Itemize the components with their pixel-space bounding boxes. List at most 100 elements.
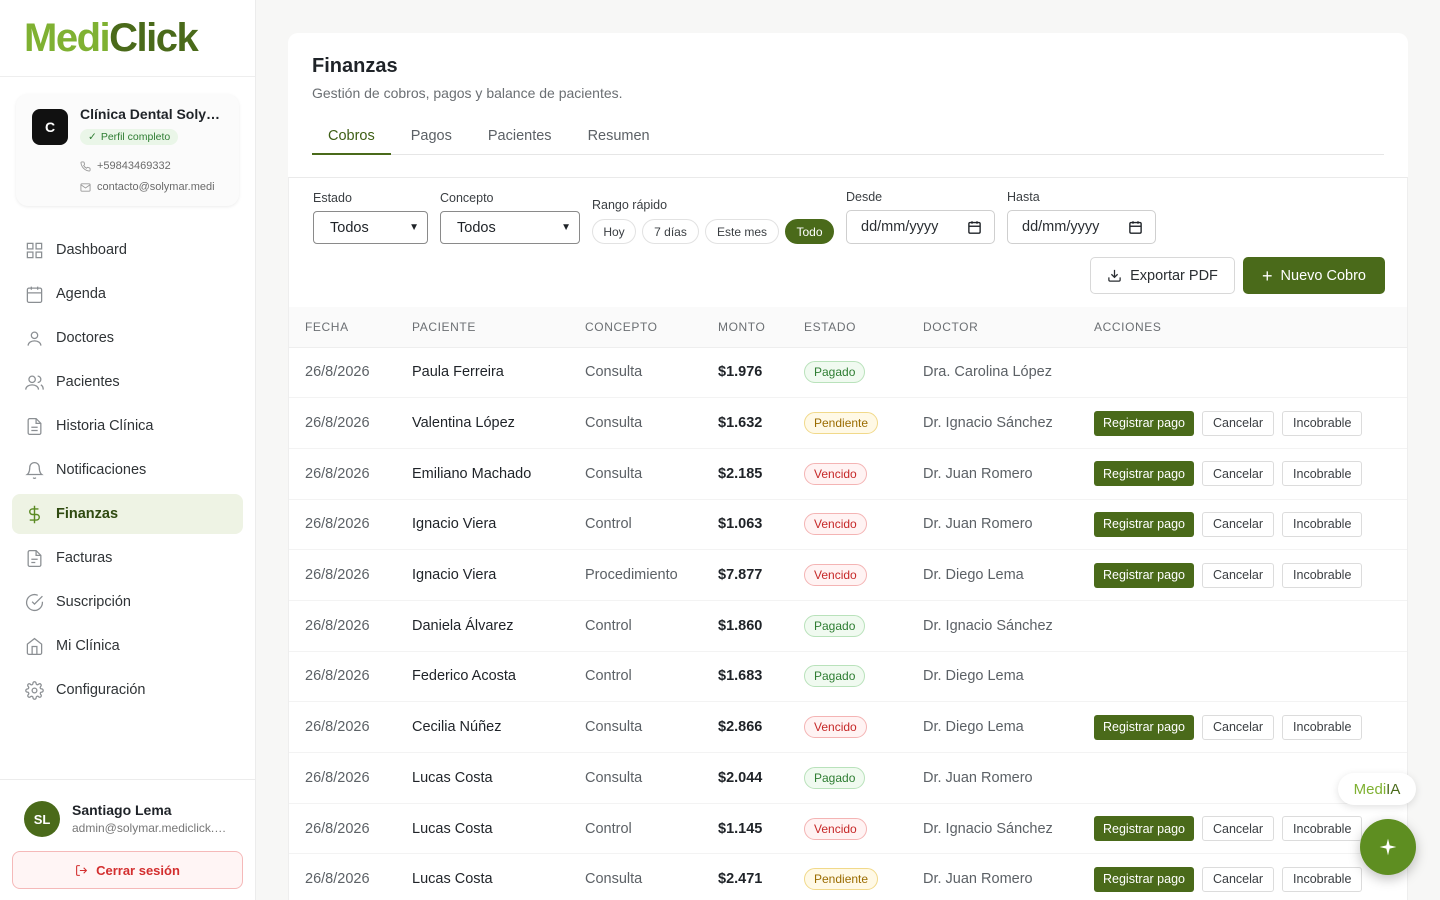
cell-doctor: Dr. Juan Romero	[923, 465, 1033, 482]
sidebar-item-label: Suscripción	[56, 594, 131, 610]
cell-status: Vencido	[804, 499, 923, 550]
register-payment-button[interactable]: Registrar pago	[1094, 714, 1194, 740]
table-row[interactable]: 26/8/2026 Ignacio Viera Procedimiento $7.87…	[289, 550, 1407, 601]
cancel-button[interactable]: Cancelar	[1202, 410, 1275, 436]
sidebar-item-doctores[interactable]: Doctores	[12, 318, 243, 358]
table-row[interactable]: 26/8/2026 Ignacio Viera Control $1.063 Venci…	[289, 499, 1407, 550]
sidebar-item-pacientes[interactable]: Pacientes	[12, 362, 243, 402]
sidebar-item-label: Dashboard	[56, 242, 127, 258]
clinic-card[interactable]: C Clínica Dental Solymar ✓ Perfil comple…	[16, 94, 239, 206]
desde-placeholder: dd/mm/yyyy	[861, 219, 939, 235]
bad-debt-button[interactable]: Incobrable	[1282, 714, 1363, 740]
cancel-button[interactable]: Cancelar	[1202, 511, 1275, 537]
cell-patient: Ignacio Viera	[412, 567, 497, 584]
sidebar-item-notificaciones[interactable]: Notificaciones	[12, 450, 243, 490]
register-payment-button[interactable]: Registrar pago	[1094, 562, 1194, 588]
cell-patient: Ignacio Viera	[412, 516, 497, 533]
status-badge: Pagado	[804, 614, 866, 637]
cell-date: 26/8/2026	[305, 465, 370, 482]
sidebar-item-label: Configuración	[56, 682, 146, 698]
receipt-icon	[24, 548, 44, 568]
table-row[interactable]: 26/8/2026 Daniela Álvarez Control $1.860 Pag…	[289, 600, 1407, 652]
hasta-date-input[interactable]: dd/mm/yyyy	[1007, 210, 1156, 244]
status-badge: Pagado	[804, 665, 866, 688]
register-payment-button[interactable]: Registrar pago	[1094, 511, 1194, 537]
sidebar-item-mi-clinica[interactable]: Mi Clínica	[12, 626, 243, 666]
sidebar-item-finanzas[interactable]: Finanzas	[12, 494, 243, 534]
table-row[interactable]: 26/8/2026 Federico Acosta Control $1.683 Pag…	[289, 651, 1407, 702]
cell-amount: $1.145	[718, 820, 763, 837]
sidebar-item-configuracion[interactable]: Configuración	[12, 670, 243, 710]
cell-amount: $2.471	[718, 871, 763, 888]
cell-doctor: Dr. Diego Lema	[923, 668, 1024, 685]
sidebar-item-suscripcion[interactable]: Suscripción	[12, 582, 243, 622]
status-badge: Pagado	[804, 361, 866, 384]
logout-button[interactable]: Cerrar sesión	[12, 851, 243, 889]
table-row[interactable]: 26/8/2026 Valentina López Consulta $1.632 Pe…	[289, 398, 1407, 449]
cell-actions: Registrar pago Cancelar Incobrable	[1094, 550, 1407, 601]
cell-patient: Lucas Costa	[412, 871, 493, 888]
assistant-label[interactable]: Medi IA	[1338, 773, 1416, 805]
cell-patient: Daniela Álvarez	[412, 617, 514, 634]
sidebar-item-dashboard[interactable]: Dashboard	[12, 230, 243, 270]
table-row[interactable]: 26/8/2026 Paula Ferreira Consulta $1.976 Pag…	[289, 347, 1407, 398]
cell-concept: Consulta	[585, 719, 643, 736]
estado-value: Todos	[330, 219, 369, 236]
export-pdf-button[interactable]: Exportar PDF	[1090, 257, 1235, 294]
avatar[interactable]: SL	[24, 801, 60, 837]
bad-debt-button[interactable]: Incobrable	[1282, 410, 1363, 436]
range-hoy-chip[interactable]: Hoy	[592, 219, 636, 244]
users-icon	[24, 372, 44, 392]
desde-date-input[interactable]: dd/mm/yyyy	[846, 210, 995, 244]
sidebar-item-label: Historia Clínica	[56, 418, 154, 434]
sidebar-item-agenda[interactable]: Agenda	[12, 274, 243, 314]
bad-debt-button[interactable]: Incobrable	[1282, 816, 1363, 842]
cancel-button[interactable]: Cancelar	[1202, 562, 1275, 588]
range-7-dias-chip[interactable]: 7 días	[642, 219, 699, 244]
concepto-select[interactable]: Todos ▼	[440, 211, 580, 244]
status-badge: Vencido	[804, 462, 867, 485]
cancel-button[interactable]: Cancelar	[1202, 816, 1275, 842]
status-badge: Pendiente	[804, 868, 879, 891]
range-todo-chip[interactable]: Todo	[785, 219, 834, 244]
sidebar-item-historia[interactable]: Historia Clínica	[12, 406, 243, 446]
assistant-fab-button[interactable]	[1360, 819, 1416, 875]
table-row[interactable]: 26/8/2026 Lucas Costa Consulta $2.044 Pagado…	[289, 753, 1407, 804]
grid-icon	[24, 240, 44, 260]
user-name: Santiago Lema	[72, 802, 172, 818]
table-row[interactable]: 26/8/2026 Lucas Costa Consulta $2.471 Pendie…	[289, 854, 1407, 900]
estado-select[interactable]: Todos ▼	[313, 211, 428, 244]
new-charge-button[interactable]: + Nuevo Cobro	[1243, 257, 1385, 294]
cell-status: Vencido	[804, 803, 923, 854]
cancel-button[interactable]: Cancelar	[1202, 461, 1275, 487]
bad-debt-button[interactable]: Incobrable	[1282, 562, 1363, 588]
sidebar-item-label: Finanzas	[56, 506, 119, 522]
tab-pagos[interactable]: Pagos	[395, 121, 468, 155]
range-este-mes-chip[interactable]: Este mes	[705, 219, 779, 244]
table-row[interactable]: 26/8/2026 Emiliano Machado Consulta $2.185 V…	[289, 448, 1407, 500]
register-payment-button[interactable]: Registrar pago	[1094, 866, 1194, 892]
calendar-icon[interactable]	[1128, 220, 1143, 235]
table-row[interactable]: 26/8/2026 Cecilia Núñez Consulta $2.866 Venc…	[289, 702, 1407, 753]
bad-debt-button[interactable]: Incobrable	[1282, 461, 1363, 487]
register-payment-button[interactable]: Registrar pago	[1094, 410, 1194, 436]
bad-debt-button[interactable]: Incobrable	[1282, 511, 1363, 537]
tab-resumen[interactable]: Resumen	[572, 121, 666, 155]
calendar-icon[interactable]	[967, 220, 982, 235]
logo[interactable]: MediClick	[0, 0, 255, 77]
cancel-button[interactable]: Cancelar	[1202, 714, 1275, 740]
cancel-button[interactable]: Cancelar	[1202, 866, 1275, 892]
bad-debt-button[interactable]: Incobrable	[1282, 866, 1363, 892]
concepto-label: Concepto	[440, 191, 494, 205]
cell-patient: Federico Acosta	[412, 668, 516, 685]
tab-cobros[interactable]: Cobros	[312, 121, 391, 155]
sidebar-item-facturas[interactable]: Facturas	[12, 538, 243, 578]
cell-amount: $1.063	[718, 516, 763, 533]
table-row[interactable]: 26/8/2026 Lucas Costa Control $1.145 Vencido…	[289, 803, 1407, 854]
register-payment-button[interactable]: Registrar pago	[1094, 816, 1194, 842]
cell-patient: Cecilia Núñez	[412, 719, 502, 736]
register-payment-button[interactable]: Registrar pago	[1094, 461, 1194, 487]
clinic-phone: +59843469332	[80, 160, 230, 172]
tab-pacientes[interactable]: Pacientes	[472, 121, 568, 155]
cell-doctor: Dr. Juan Romero	[923, 516, 1033, 533]
